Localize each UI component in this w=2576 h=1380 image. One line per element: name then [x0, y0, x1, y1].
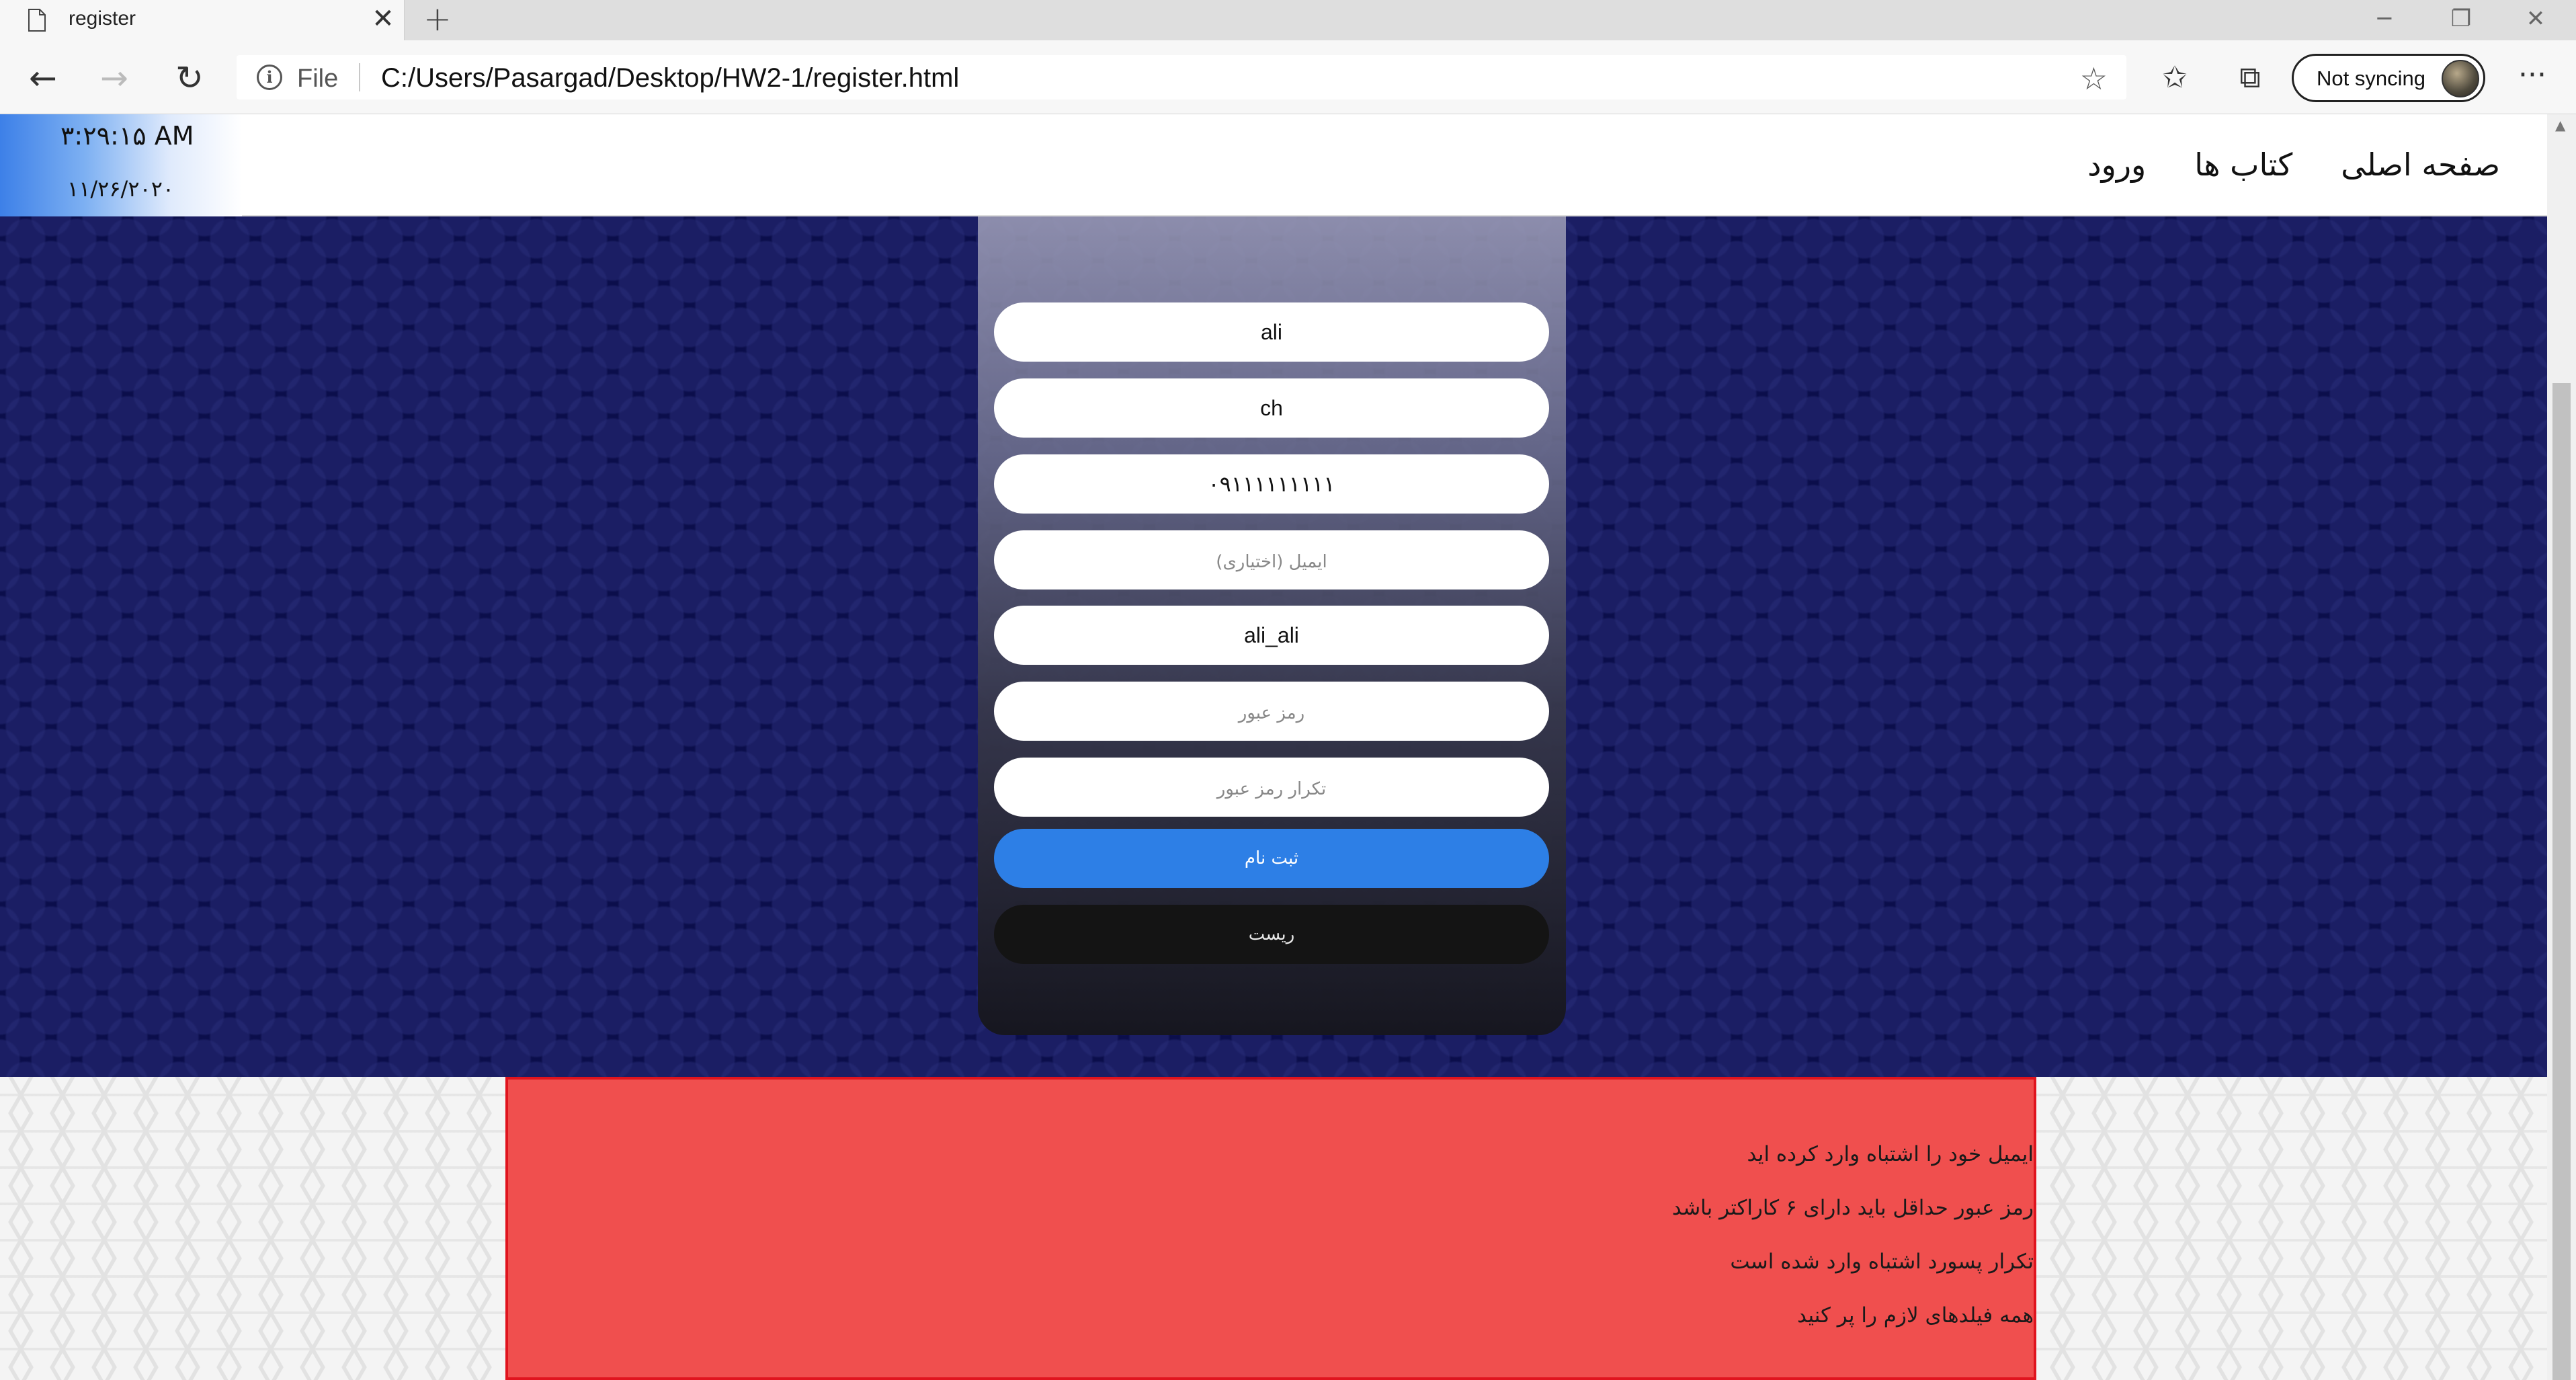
- sync-label: Not syncing: [2317, 67, 2425, 90]
- minimize-button[interactable]: ─: [2352, 0, 2417, 38]
- page-scrollbar[interactable]: ▲: [2547, 114, 2576, 1380]
- site-header: ۳:۲۹:۱۵ AM ۱۱/۲۶/۲۰۲۰ صفحه اصلی کتاب ها …: [0, 114, 2547, 216]
- new-tab-button[interactable]: +: [422, 2, 453, 36]
- hero-section: ثبت نام ریست: [0, 216, 2547, 1077]
- browser-toolbar: ← → ↻ i File C:/Users/Pasargad/Desktop/H…: [0, 40, 2576, 114]
- error-box: ایمیل خود را اشتباه وارد کرده اید رمز عب…: [505, 1077, 2036, 1380]
- info-icon[interactable]: i: [257, 65, 282, 90]
- collections-icon[interactable]: ⧉: [2230, 58, 2270, 98]
- address-scheme: File: [297, 65, 339, 93]
- forward-button[interactable]: →: [94, 58, 134, 98]
- refresh-button[interactable]: ↻: [169, 58, 210, 98]
- back-button[interactable]: ←: [23, 58, 63, 98]
- tab-strip: register ✕ + ─ ❐ ✕: [0, 0, 2576, 40]
- nav-link-login[interactable]: ورود: [2087, 147, 2146, 183]
- close-tab-icon[interactable]: ✕: [371, 5, 395, 32]
- username-field[interactable]: [994, 606, 1549, 665]
- last-name-field[interactable]: [994, 378, 1549, 438]
- tab-title: register: [69, 7, 136, 30]
- close-window-button[interactable]: ✕: [2503, 0, 2568, 38]
- page-icon: [28, 9, 46, 32]
- lower-section: ایمیل خود را اشتباه وارد کرده اید رمز عب…: [0, 1077, 2547, 1380]
- register-button[interactable]: ثبت نام: [994, 829, 1549, 888]
- restore-button[interactable]: ❐: [2429, 0, 2493, 38]
- main-nav: صفحه اصلی کتاب ها ورود: [2087, 147, 2500, 183]
- nav-link-home[interactable]: صفحه اصلی: [2341, 147, 2500, 183]
- address-bar[interactable]: i File C:/Users/Pasargad/Desktop/HW2-1/r…: [237, 55, 2126, 99]
- confirm-password-field[interactable]: [994, 758, 1549, 817]
- error-message: ایمیل خود را اشتباه وارد کرده اید: [1747, 1142, 2034, 1166]
- clock-time: ۳:۲۹:۱۵ AM: [60, 121, 194, 151]
- clock-widget: ۳:۲۹:۱۵ AM ۱۱/۲۶/۲۰۲۰: [0, 114, 242, 216]
- favorites-icon[interactable]: ✩: [2155, 58, 2195, 98]
- error-message: تکرار پسورد اشتباه وارد شده است: [1730, 1250, 2034, 1274]
- address-separator: [359, 63, 360, 91]
- password-field[interactable]: [994, 682, 1549, 741]
- first-name-field[interactable]: [994, 302, 1549, 362]
- nav-link-books[interactable]: کتاب ها: [2194, 147, 2292, 183]
- browser-tab[interactable]: register ✕: [0, 0, 405, 40]
- scrollbar-thumb[interactable]: [2552, 383, 2571, 1380]
- profile-sync-button[interactable]: Not syncing: [2292, 54, 2485, 102]
- favorite-star-icon[interactable]: ☆: [2080, 60, 2108, 97]
- register-form: ثبت نام ریست: [978, 216, 1566, 1035]
- error-message: همه فیلدهای لازم را پر کنید: [1797, 1303, 2034, 1328]
- scroll-up-icon[interactable]: ▲: [2555, 117, 2565, 133]
- error-message: رمز عبور حداقل باید دارای ۶ کاراکتر باشد: [1671, 1196, 2034, 1220]
- phone-field[interactable]: [994, 454, 1549, 514]
- email-field[interactable]: [994, 530, 1549, 590]
- page-viewport: ۳:۲۹:۱۵ AM ۱۱/۲۶/۲۰۲۰ صفحه اصلی کتاب ها …: [0, 114, 2547, 1380]
- reset-button[interactable]: ریست: [994, 905, 1549, 964]
- avatar: [2442, 60, 2479, 97]
- address-url[interactable]: C:/Users/Pasargad/Desktop/HW2-1/register…: [381, 63, 959, 93]
- more-menu-icon[interactable]: ···: [2512, 58, 2552, 98]
- clock-date: ۱۱/۲۶/۲۰۲۰: [67, 176, 175, 202]
